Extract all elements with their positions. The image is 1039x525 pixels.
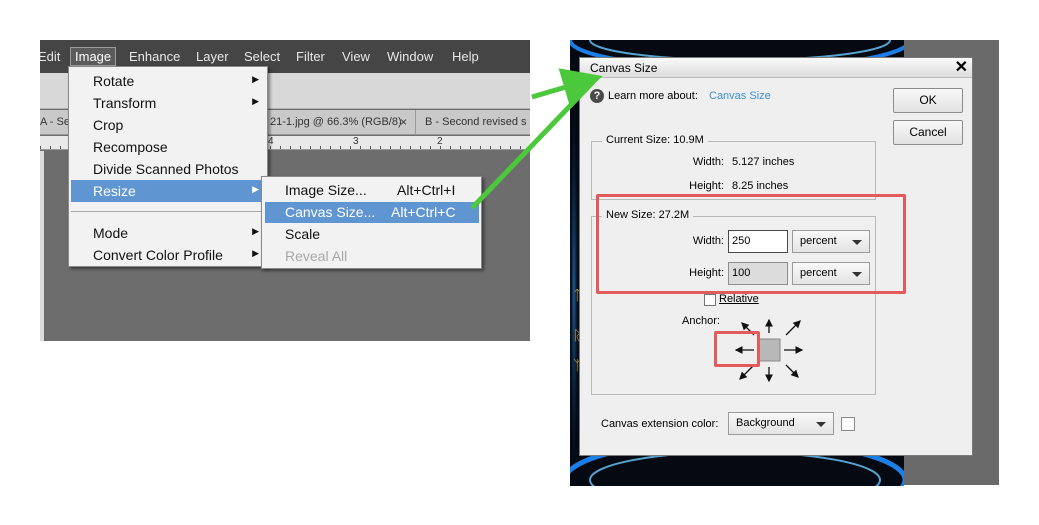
green-arrow-from-canvas-size [470,80,595,210]
annotation-arrows [470,68,603,210]
